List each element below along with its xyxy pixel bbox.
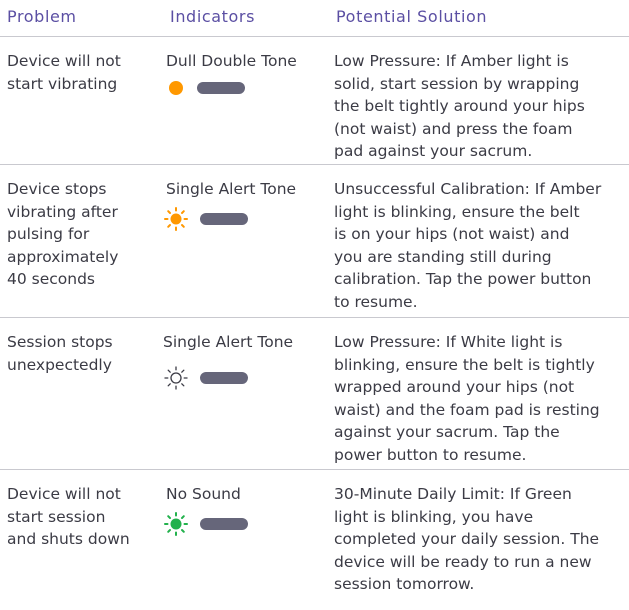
device-pill-icon [197,82,245,94]
device-pill-icon [200,518,248,530]
problem-cell: Device will not start session and shuts … [7,485,130,548]
table-header: Problem Indicators Potential Solution [0,0,629,37]
header-problem: Problem [7,7,77,26]
amber-blinking-icon [164,207,188,231]
solution-cell: Unsuccessful Calibration: If Amber light… [334,180,602,311]
indicator-tone: No Sound [166,485,241,503]
problem-cell: Session stops unexpectedly [7,333,113,374]
header-solution: Potential Solution [336,7,488,26]
table-row: Device will not start vibrating Dull Dou… [0,37,629,165]
troubleshooting-table: Problem Indicators Potential Solution De… [0,0,629,610]
green-blinking-icon [164,512,188,536]
amber-solid-dot-icon [169,81,183,95]
device-pill-icon [200,372,248,384]
indicator-tone: Single Alert Tone [163,333,294,351]
table-row: Device stops vibrating after pulsing for… [0,165,629,318]
table-row: Session stops unexpectedly Single Alert … [0,318,629,470]
solution-cell: Low Pressure: If White light is blinking… [334,333,600,464]
white-blinking-icon [164,366,188,390]
header-indicators: Indicators [170,7,256,26]
table-row: Device will not start session and shuts … [0,470,629,610]
problem-cell: Device will not start vibrating [7,52,121,93]
indicator-tone: Single Alert Tone [166,180,297,198]
indicator-tone: Dull Double Tone [166,52,297,70]
problem-cell: Device stops vibrating after pulsing for… [7,180,119,288]
device-pill-icon [200,213,248,225]
solution-cell: Low Pressure: If Amber light is solid, s… [334,52,585,160]
solution-cell: 30-Minute Daily Limit: If Green light is… [334,485,600,593]
